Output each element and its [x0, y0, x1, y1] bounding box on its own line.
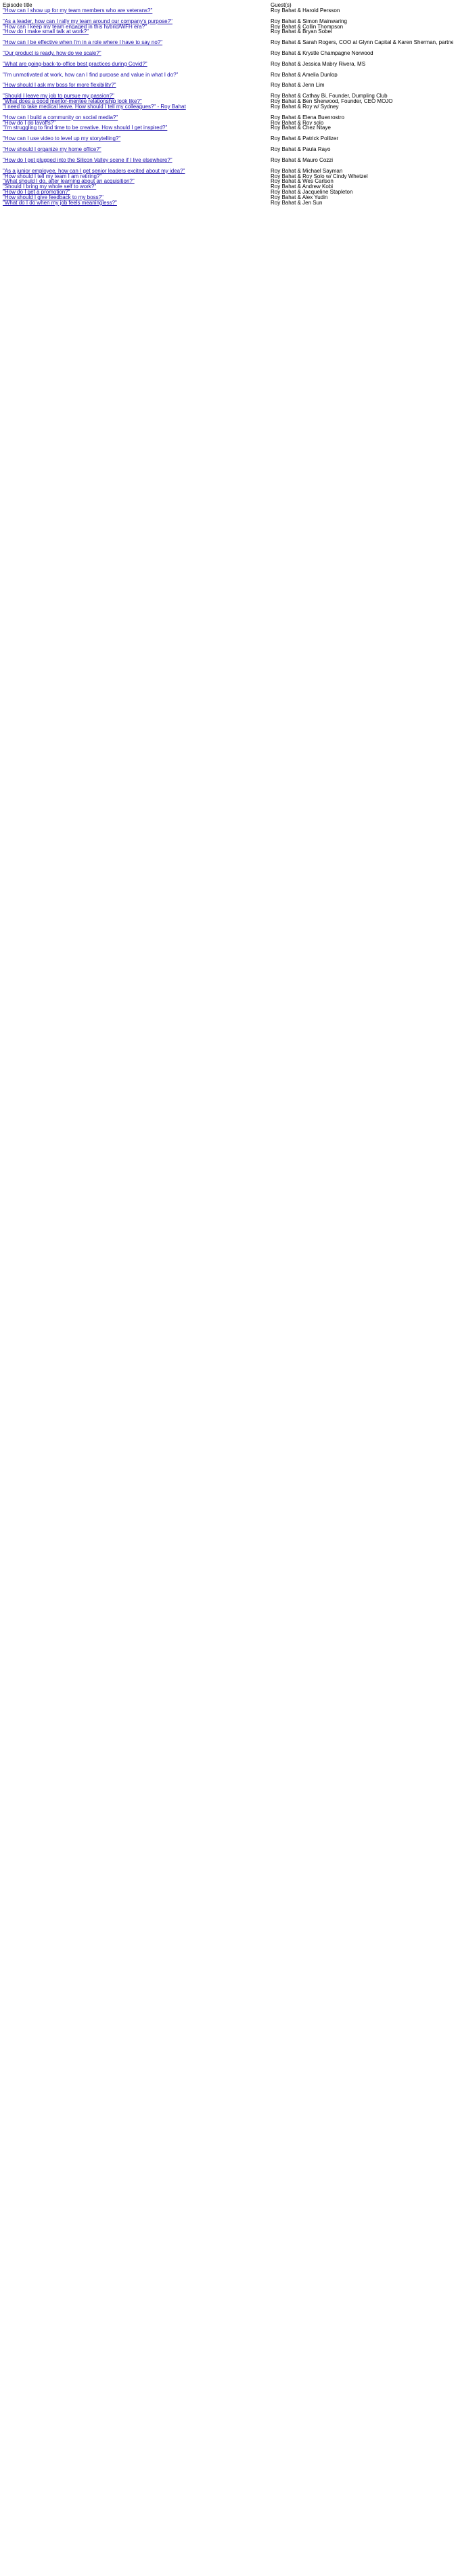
- episode-guests: Roy Bahat & Wes Carlson: [271, 179, 334, 185]
- episode-title-link[interactable]: "Should I bring my whole self to work?": [3, 184, 271, 190]
- episode-guests: Roy Bahat & Amelia Dunlop: [271, 72, 338, 78]
- episode-title-link[interactable]: "How do I make small talk at work?": [3, 29, 271, 35]
- episode-row: "How can I build a community on social m…: [3, 115, 455, 121]
- episode-title-link[interactable]: "How should I organize my home office?": [3, 147, 271, 152]
- spreadsheet: Episode title Guest(s) "How can I show u…: [3, 3, 455, 206]
- blank-row: [3, 56, 455, 62]
- episode-row: "How do I make small talk at work?" Roy B…: [3, 29, 455, 35]
- blank-row: [3, 14, 455, 19]
- episode-guests: Roy Bahat & Simon Mainwaring: [271, 18, 347, 24]
- episode-row: "How do I get plugged into the Silicon V…: [3, 158, 455, 163]
- episode-title-link[interactable]: "How can I be effective when I'm in a ro…: [3, 40, 271, 45]
- episode-row: "Our product is ready, how do we scale?"…: [3, 51, 455, 56]
- episode-row: "As a junior employee, how can I get sen…: [3, 169, 455, 174]
- episode-guests: Roy Bahat & Roy w/ Sydney: [271, 104, 339, 110]
- episode-row: "How should I tell my team I am retiring…: [3, 174, 455, 179]
- episode-row: "I'm struggling to find time to be creat…: [3, 125, 455, 131]
- episode-guests: Roy Bahat & Michael Sayman: [271, 168, 343, 174]
- episode-guests: Roy Bahat & Jenn Lim: [271, 83, 325, 89]
- episode-row: "As a leader, how can I rally my team ar…: [3, 19, 455, 24]
- episode-title-link[interactable]: "How should I ask my boss for more flexi…: [3, 83, 271, 88]
- episode-title-link[interactable]: "Our product is ready, how do we scale?": [3, 51, 271, 56]
- blank-row: [3, 67, 455, 72]
- episode-guests: Roy Bahat & Krystle Champagne Norwood: [271, 51, 373, 56]
- episode-row: "How should I organize my home office?" R…: [3, 147, 455, 152]
- episode-row: "How can I be effective when I'm in a ro…: [3, 40, 455, 45]
- blank-row: [3, 141, 455, 147]
- episode-title-link[interactable]: "How can I keep my team engaged in this …: [3, 24, 271, 30]
- episode-guests: Roy Bahat & Harold Persson: [271, 7, 340, 14]
- episode-title-link[interactable]: "What does a good mentor-mentee relation…: [3, 99, 271, 104]
- blank-row: [3, 35, 455, 40]
- episode-row: "What does a good mentor-mentee relation…: [3, 99, 455, 104]
- episode-row: "How can I use video to level up my stor…: [3, 136, 455, 141]
- episode-title-link[interactable]: "How can I show up for my team members w…: [3, 8, 271, 14]
- blank-row: [3, 152, 455, 158]
- episode-guests: Roy Bahat & Jen Sun: [271, 200, 323, 206]
- episode-guests: Roy Bahat & Ben Sherwood, Founder, CEO M…: [271, 99, 393, 104]
- episode-row: "What should I do, after learning about …: [3, 179, 455, 184]
- episode-title-link[interactable]: "As a leader, how can I rally my team ar…: [3, 19, 271, 24]
- episode-row: "What are going-back-to-office best prac…: [3, 62, 455, 67]
- episode-guests: Roy Bahat & Jacqueline Stapleton: [271, 190, 353, 196]
- blank-row: [3, 77, 455, 83]
- episode-list: "How can I show up for my team members w…: [3, 8, 455, 206]
- episode-row: "How do I get a promotion?" Roy Bahat & J…: [3, 190, 455, 195]
- episode-guests: Roy Bahat & Patrick Pollizer: [271, 136, 339, 142]
- episode-title-link[interactable]: "What do I do when my job feels meaningl…: [3, 200, 271, 206]
- episode-row: "How can I keep my team engaged in this …: [3, 24, 455, 30]
- header-guests: Guest(s): [271, 3, 292, 8]
- episode-row: "I'm unmotivated at work, how can I find…: [3, 72, 455, 78]
- episode-title-link[interactable]: "How do I get a promotion?": [3, 190, 271, 195]
- episode-row: "Should I leave my job to pursue my pass…: [3, 93, 455, 99]
- episode-guests: Roy Bahat & Paula Rayo: [271, 147, 331, 152]
- episode-title-link[interactable]: "How can I build a community on social m…: [3, 115, 271, 121]
- episode-title-link[interactable]: "How should I give feedback to my boss?": [3, 195, 271, 200]
- episode-title-link[interactable]: "I need to take medical leave. How shoul…: [3, 104, 271, 110]
- episode-guests: Roy Bahat & Roy solo: [271, 120, 324, 126]
- episode-title-link[interactable]: "How can I use video to level up my stor…: [3, 136, 271, 141]
- episode-guests: Roy Bahat & Jessica Mabry Rivera, MS: [271, 61, 366, 67]
- episode-title-link[interactable]: "I'm struggling to find time to be creat…: [3, 125, 271, 131]
- episode-row: "Should I bring my whole self to work?" R…: [3, 184, 455, 190]
- episode-row: "How should I give feedback to my boss?"…: [3, 195, 455, 200]
- header-row: Episode title Guest(s): [3, 3, 455, 8]
- episode-guests: Roy Bahat & Cathay Bi, Founder, Dumpling…: [271, 93, 388, 100]
- episode-guests: Roy Bahat & Elena Buenrostro: [271, 114, 344, 121]
- episode-guests: Roy Bahat & Chez Ntaye: [271, 125, 331, 131]
- episode-row: "How should I ask my boss for more flexi…: [3, 83, 455, 88]
- blank-row: [3, 110, 455, 115]
- episode-title-link[interactable]: "How do I do layoffs?": [3, 121, 271, 126]
- episode-title-link[interactable]: "Should I leave my job to pursue my pass…: [3, 93, 271, 99]
- episode-title-link[interactable]: "What should I do, after learning about …: [3, 179, 271, 184]
- episode-title-link[interactable]: "What are going-back-to-office best prac…: [3, 62, 271, 67]
- blank-row: [3, 88, 455, 93]
- episode-guests: Roy Bahat & Alex Yudin: [271, 195, 328, 200]
- episode-guests: Roy Bahat & Collin Thompson: [271, 24, 344, 30]
- blank-row: [3, 131, 455, 136]
- episode-title-link[interactable]: "How do I get plugged into the Silicon V…: [3, 158, 271, 163]
- episode-guests: Roy Bahat & Mauro Cozzi: [271, 157, 334, 163]
- episode-row: "What do I do when my job feels meaningl…: [3, 200, 455, 206]
- episode-title-link[interactable]: "How should I tell my team I am retiring…: [3, 174, 271, 179]
- header-episode-title: Episode title: [3, 3, 32, 8]
- episode-guests: Roy Bahat & Andrew Kobi: [271, 184, 334, 190]
- blank-row: [3, 163, 455, 169]
- episode-title-link[interactable]: "As a junior employee, how can I get sen…: [3, 169, 271, 174]
- episode-row: "How can I show up for my team members w…: [3, 8, 455, 14]
- episode-title-link[interactable]: "I'm unmotivated at work, how can I find…: [3, 72, 271, 78]
- episode-row: "I need to take medical leave. How shoul…: [3, 104, 455, 110]
- episode-guests: Roy Bahat & Roy Solo w/ Cindy Whetzel: [271, 173, 368, 179]
- blank-row: [3, 45, 455, 51]
- episode-guests: Roy Bahat & Bryan Sobel: [271, 29, 332, 35]
- episode-guests: Roy Bahat & Sarah Rogers, COO at Glynn C…: [271, 40, 453, 46]
- episode-row: "How do I do layoffs?" Roy Bahat & Roy so…: [3, 121, 455, 126]
